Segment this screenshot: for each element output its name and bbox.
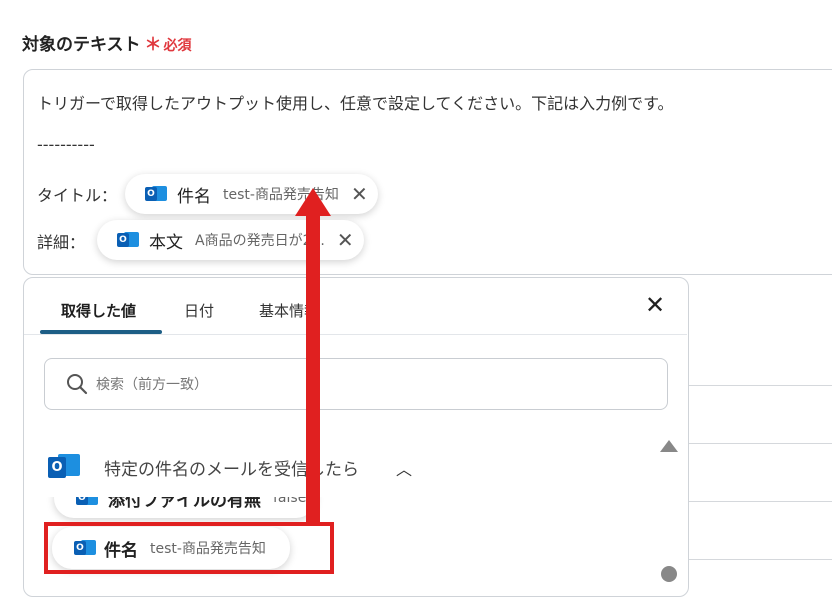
close-icon[interactable]: ✕ xyxy=(337,230,354,250)
divider xyxy=(689,385,832,386)
tab-date[interactable]: 日付 xyxy=(184,300,214,321)
field-label-text: 対象のテキスト xyxy=(22,35,141,55)
close-icon[interactable]: ✕ xyxy=(645,293,665,317)
scroll-up-icon[interactable] xyxy=(660,440,678,452)
divider xyxy=(689,501,832,502)
chevron-up-icon[interactable]: ︿ xyxy=(396,456,412,480)
search-placeholder: 検索（前方一致） xyxy=(96,377,208,393)
tab-obtained-values[interactable]: 取得した値 xyxy=(61,300,136,321)
required-text: 必須 xyxy=(163,38,192,54)
divider xyxy=(689,559,832,560)
close-icon[interactable]: ✕ xyxy=(351,184,368,204)
variable-chip-body[interactable]: O 本文 A商品の発売日が2... ✕ xyxy=(97,220,364,260)
text-line-separator: ---------- xyxy=(37,135,95,154)
annotation-arrow xyxy=(306,214,320,524)
active-tab-indicator xyxy=(40,330,162,334)
highlight-box xyxy=(44,522,334,574)
text-line-instruction: トリガーで取得したアウトプット使用し、任意で設定してください。下記は入力例です。 xyxy=(37,94,674,113)
title-label: タイトル： xyxy=(37,186,118,205)
required-mark: ＊ xyxy=(144,35,162,55)
variable-chip-subject[interactable]: O 件名 test-商品発売告知 ✕ xyxy=(125,174,378,214)
detail-label: 詳細： xyxy=(37,233,86,252)
chip-name: 本文 xyxy=(149,232,183,253)
divider xyxy=(689,443,832,444)
field-label: 対象のテキスト＊必須 xyxy=(22,30,192,55)
tab-divider xyxy=(24,334,687,335)
group-title: 特定の件名のメールを受信したら xyxy=(104,460,359,480)
chip-name: 件名 xyxy=(177,186,211,207)
scroll-down-icon[interactable] xyxy=(661,566,677,582)
search-icon xyxy=(66,373,88,399)
annotation-arrow-head xyxy=(295,188,331,216)
outlook-icon: O xyxy=(48,452,80,486)
outlook-icon: O xyxy=(145,184,167,204)
outlook-icon: O xyxy=(117,230,139,250)
